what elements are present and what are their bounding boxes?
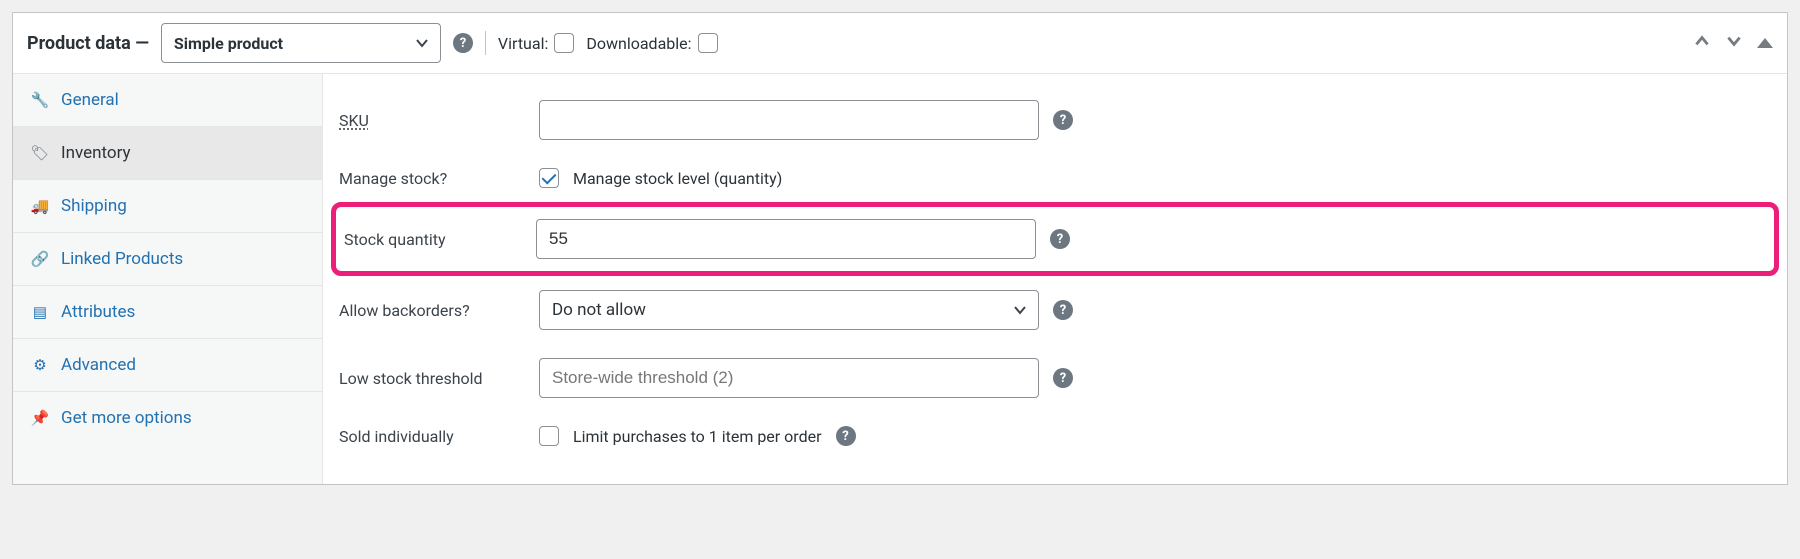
manage-stock-checkbox[interactable] [539, 168, 559, 188]
allow-backorders-selected: Do not allow [552, 300, 646, 320]
chevron-down-icon [414, 35, 430, 51]
tab-attributes[interactable]: ▤ Attributes [13, 286, 322, 339]
manage-stock-label: Manage stock? [339, 169, 539, 188]
product-type-select[interactable]: Simple product [161, 23, 441, 63]
tab-content-inventory: SKU ? Manage stock? Manage stock level (… [323, 74, 1787, 484]
tab-label: Inventory [61, 143, 131, 163]
downloadable-label: Downloadable: [586, 34, 691, 53]
virtual-option: Virtual: [498, 33, 574, 53]
chevron-down-icon [1012, 302, 1028, 318]
row-manage-stock: Manage stock? Manage stock level (quanti… [323, 154, 1787, 202]
sold-individually-checkbox[interactable] [539, 426, 559, 446]
gear-icon: ⚙ [31, 356, 49, 374]
tag-icon: 🏷 [31, 144, 49, 162]
downloadable-checkbox[interactable] [698, 33, 718, 53]
pin-icon: 📌 [31, 409, 49, 427]
row-low-stock-threshold: Low stock threshold ? [323, 344, 1787, 412]
product-data-panel: Product data — Simple product ? Virtual:… [12, 12, 1788, 485]
list-icon: ▤ [31, 303, 49, 321]
row-sold-individually: Sold individually Limit purchases to 1 i… [323, 412, 1787, 460]
panel-title: Product data — [27, 33, 149, 54]
sku-label: SKU [339, 111, 539, 130]
downloadable-option: Downloadable: [586, 33, 717, 53]
sold-individually-label: Sold individually [339, 427, 539, 446]
help-icon[interactable]: ? [1053, 368, 1073, 388]
help-icon[interactable]: ? [1053, 110, 1073, 130]
chevron-down-icon[interactable] [1725, 32, 1743, 54]
allow-backorders-select[interactable]: Do not allow [539, 290, 1039, 330]
divider [485, 31, 486, 55]
tab-advanced[interactable]: ⚙ Advanced [13, 339, 322, 392]
stock-quantity-label: Stock quantity [344, 230, 536, 249]
tab-label: Shipping [61, 196, 127, 216]
tab-label: General [61, 90, 119, 110]
link-icon: 🔗 [31, 250, 49, 268]
sold-individually-checkbox-label: Limit purchases to 1 item per order [573, 427, 822, 446]
manage-stock-checkbox-label: Manage stock level (quantity) [573, 169, 782, 188]
truck-icon: 🚚 [31, 197, 49, 215]
tabs-nav: 🔧 General 🏷 Inventory 🚚 Shipping 🔗 Linke… [13, 74, 323, 484]
low-stock-label: Low stock threshold [339, 369, 539, 388]
tab-shipping[interactable]: 🚚 Shipping [13, 180, 322, 233]
virtual-label: Virtual: [498, 34, 548, 53]
panel-body: 🔧 General 🏷 Inventory 🚚 Shipping 🔗 Linke… [13, 74, 1787, 484]
tab-label: Attributes [61, 302, 135, 322]
collapse-toggle-icon[interactable] [1757, 38, 1773, 48]
help-icon[interactable]: ? [453, 33, 473, 53]
tab-label: Linked Products [61, 249, 183, 269]
virtual-checkbox[interactable] [554, 33, 574, 53]
allow-backorders-label: Allow backorders? [339, 301, 539, 320]
tab-label: Advanced [61, 355, 136, 375]
panel-header: Product data — Simple product ? Virtual:… [13, 13, 1787, 74]
low-stock-input[interactable] [539, 358, 1039, 398]
help-icon[interactable]: ? [1053, 300, 1073, 320]
row-sku: SKU ? [323, 86, 1787, 154]
tab-general[interactable]: 🔧 General [13, 74, 322, 127]
wrench-icon: 🔧 [31, 91, 49, 109]
help-icon[interactable]: ? [836, 426, 856, 446]
tab-get-more-options[interactable]: 📌 Get more options [13, 392, 322, 444]
chevron-up-icon[interactable] [1693, 32, 1711, 54]
tab-inventory[interactable]: 🏷 Inventory [13, 127, 323, 180]
panel-head-controls [1693, 32, 1773, 54]
sku-input[interactable] [539, 100, 1039, 140]
row-allow-backorders: Allow backorders? Do not allow ? [323, 276, 1787, 344]
stock-quantity-input[interactable] [536, 219, 1036, 259]
highlight-stock-quantity: Stock quantity ? [331, 202, 1779, 276]
product-type-selected: Simple product [174, 34, 283, 53]
tab-linked-products[interactable]: 🔗 Linked Products [13, 233, 322, 286]
tab-label: Get more options [61, 408, 192, 428]
help-icon[interactable]: ? [1050, 229, 1070, 249]
